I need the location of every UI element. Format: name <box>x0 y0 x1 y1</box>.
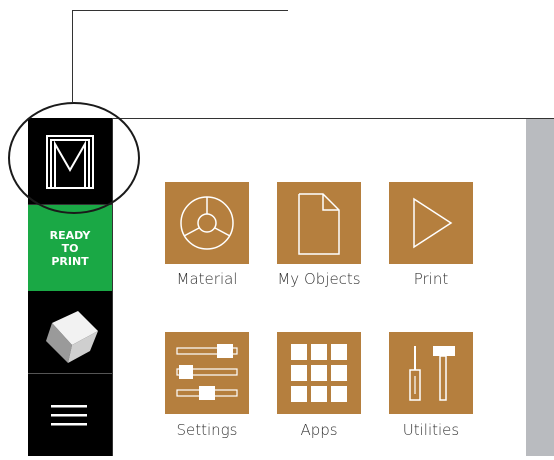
makerbot-logo-icon <box>46 135 94 189</box>
status-line-1: READY <box>49 228 91 242</box>
hamburger-menu-icon <box>51 405 87 426</box>
screen-left-border <box>112 118 113 456</box>
my-objects-button[interactable] <box>277 182 361 264</box>
my-objects-label: My Objects <box>277 270 361 288</box>
status-line-2: TO <box>61 241 79 255</box>
status-line-3: PRINT <box>51 254 89 268</box>
apps-label: Apps <box>300 421 338 439</box>
scroll-panel[interactable] <box>526 119 554 456</box>
utilities-label: Utilities <box>402 421 460 439</box>
screen-top-border <box>112 118 554 119</box>
print-button[interactable] <box>389 182 473 264</box>
print-icon <box>413 197 453 249</box>
cube-icon <box>46 311 98 363</box>
status-ready-to-print[interactable]: READY TO PRINT <box>28 204 112 292</box>
apps-icon <box>291 344 347 402</box>
utilities-button[interactable] <box>389 332 473 414</box>
cube-button[interactable] <box>28 291 112 374</box>
callout-line-horizontal <box>72 10 288 11</box>
material-button[interactable] <box>165 182 249 264</box>
settings-icon <box>176 344 238 400</box>
material-label: Material <box>176 270 238 288</box>
settings-button[interactable] <box>165 332 249 414</box>
menu-button[interactable] <box>28 374 112 456</box>
utilities-icon <box>409 346 455 401</box>
callout-line-vertical <box>72 10 73 102</box>
logo[interactable] <box>28 118 112 204</box>
my-objects-icon <box>298 193 340 255</box>
settings-label: Settings <box>176 421 238 439</box>
print-label: Print <box>413 270 449 288</box>
sidebar: READY TO PRINT <box>28 118 112 456</box>
material-icon <box>180 196 234 250</box>
apps-button[interactable] <box>277 332 361 414</box>
